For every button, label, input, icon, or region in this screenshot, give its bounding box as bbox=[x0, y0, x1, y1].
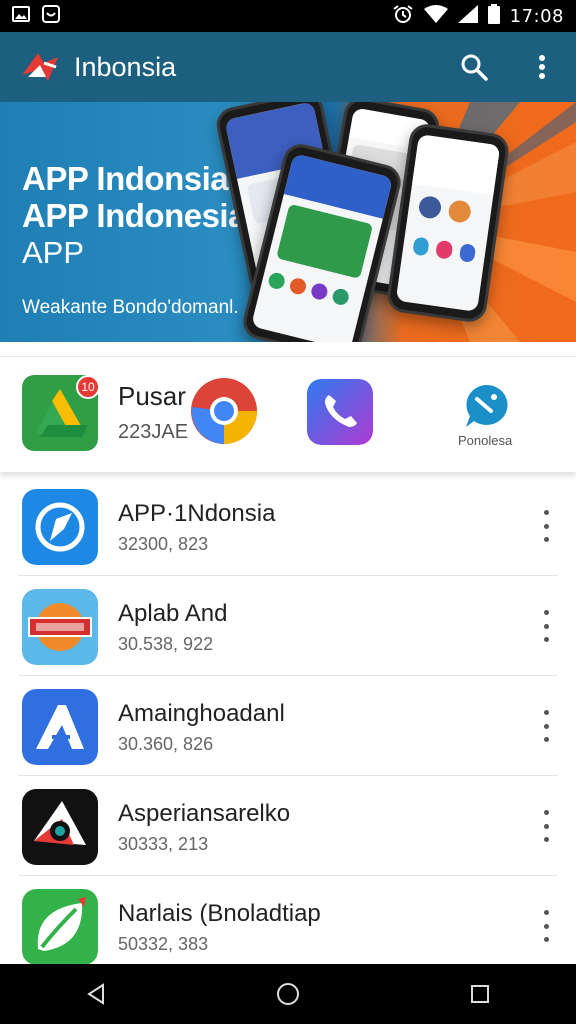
alarm-icon bbox=[392, 4, 414, 29]
leaf-icon bbox=[22, 889, 98, 965]
battery-icon bbox=[487, 3, 500, 29]
recents-icon[interactable] bbox=[460, 974, 500, 1014]
app-name: Aplab And bbox=[118, 600, 228, 627]
featured-title: Pusar bbox=[118, 381, 186, 411]
phone-icon[interactable] bbox=[307, 379, 373, 445]
app-name: APP·1Ndonsia bbox=[118, 500, 276, 527]
app-name: Amainghoadanl bbox=[118, 700, 285, 727]
app-title: Inbonsia bbox=[74, 51, 177, 82]
arrow-a-icon bbox=[22, 689, 98, 765]
more-options-icon[interactable] bbox=[536, 610, 556, 642]
more-options-icon[interactable] bbox=[536, 810, 556, 842]
badge-logo-icon bbox=[22, 589, 98, 665]
chat-label: Ponolesa bbox=[458, 433, 513, 448]
app-logo-icon bbox=[18, 45, 62, 89]
list-item[interactable]: APP·1Ndonsia 32300, 823 bbox=[0, 476, 576, 576]
more-options-icon[interactable] bbox=[536, 510, 556, 542]
message-icon bbox=[42, 4, 60, 28]
app-meta: 30333, 213 bbox=[118, 834, 209, 854]
messenger-icon bbox=[22, 489, 98, 565]
chrome-icon[interactable] bbox=[190, 377, 258, 445]
promo-banner[interactable]: APP Indonsia APP Indonesia APP Weakante … bbox=[0, 102, 576, 342]
app-meta: 30.360, 826 bbox=[118, 734, 214, 754]
app-bar: Inbonsia bbox=[0, 32, 576, 102]
list-item[interactable]: Narlais (Bnoladtiap 50332, 383 bbox=[0, 876, 576, 976]
screen: 17:08 Inbonsia APP Indonsia APP Indonesi… bbox=[0, 0, 576, 1024]
banner-line-2: APP Indonesia bbox=[22, 197, 246, 234]
list-item[interactable]: Asperiansarelko 30333, 213 bbox=[0, 776, 576, 876]
back-icon[interactable] bbox=[76, 974, 116, 1014]
status-time: 17:08 bbox=[509, 5, 564, 27]
search-icon[interactable] bbox=[456, 49, 492, 85]
status-bar: 17:08 bbox=[0, 0, 576, 32]
app-meta: 50332, 383 bbox=[118, 934, 209, 954]
app-meta: 30.538, 922 bbox=[118, 634, 214, 654]
banner-line-1: APP Indonsia bbox=[22, 160, 229, 197]
navigation-bar bbox=[0, 964, 576, 1024]
list-item[interactable]: Aplab And 30.538, 922 bbox=[0, 576, 576, 676]
app-list: APP·1Ndonsia 32300, 823 Aplab And 30.538… bbox=[0, 476, 576, 976]
notification-badge: 10 bbox=[76, 375, 100, 399]
more-options-icon[interactable] bbox=[536, 710, 556, 742]
wifi-icon bbox=[423, 4, 448, 28]
signal-icon bbox=[457, 4, 478, 28]
banner-text: APP Indonsia APP Indonesia APP Weakante … bbox=[22, 160, 246, 319]
chat-icon[interactable] bbox=[462, 383, 508, 429]
app-name: Narlais (Bnoladtiap bbox=[118, 900, 321, 927]
app-name: Asperiansarelko bbox=[118, 800, 291, 827]
featured-subtitle: 223JAE bbox=[118, 421, 189, 443]
image-icon bbox=[12, 5, 30, 28]
list-item[interactable]: Amainghoadanl 30.360, 826 bbox=[0, 676, 576, 776]
featured-apps-card: 10 Pusar 223JAE Ponolesa bbox=[0, 356, 576, 472]
home-icon[interactable] bbox=[268, 974, 308, 1014]
banner-subtitle: Weakante Bondo'domanl. bbox=[22, 297, 239, 318]
more-options-icon[interactable] bbox=[536, 910, 556, 942]
app-meta: 32300, 823 bbox=[118, 534, 209, 554]
eye-triangle-icon bbox=[22, 789, 98, 865]
overflow-menu-icon[interactable] bbox=[524, 49, 560, 85]
banner-line-3: APP bbox=[22, 235, 85, 270]
